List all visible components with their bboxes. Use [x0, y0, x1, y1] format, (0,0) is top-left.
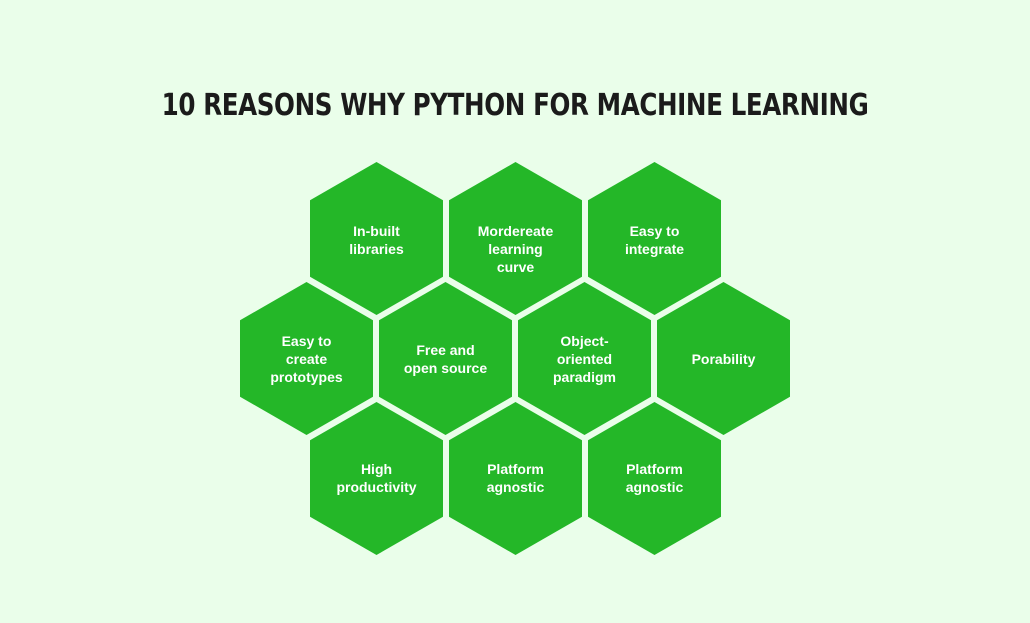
hexagon-object-oriented-paradigm: Object- oriented paradigm [518, 282, 651, 435]
hexagon-high-productivity: High productivity [310, 402, 443, 555]
hexagon-label: High productivity [336, 461, 417, 495]
hexagon-label: In-built libraries [349, 223, 404, 257]
hexagon-label: Object- oriented paradigm [552, 333, 616, 385]
hexagon-label: Mordereate learning curve [477, 223, 554, 275]
hexagon-platform-agnostic-2: Platform agnostic [588, 402, 721, 555]
hexagon-moderate-learning-curve: Mordereate learning curve [449, 162, 582, 315]
hexagon-porability: Porability [657, 282, 790, 435]
hexagon-easy-to-integrate: Easy to integrate [588, 162, 721, 315]
page-title: 10 REASONS WHY PYTHON FOR MACHINE LEARNI… [161, 88, 869, 123]
hexagon-label: Porability [691, 351, 756, 367]
hexagon-label: Easy to create prototypes [270, 333, 343, 385]
hexagon-in-built-libraries: In-built libraries [310, 162, 443, 315]
hexagon-label: Easy to integrate [624, 223, 685, 257]
hexagon-free-and-open-source: Free and open source [379, 282, 512, 435]
hexagon-label: Platform agnostic [625, 461, 684, 495]
hexagon-easy-to-create-prototypes: Easy to create prototypes [240, 282, 373, 435]
hexagon-label: Platform agnostic [486, 461, 545, 495]
hexagon-platform-agnostic: Platform agnostic [449, 402, 582, 555]
hexagon-label: Free and open source [403, 342, 488, 376]
